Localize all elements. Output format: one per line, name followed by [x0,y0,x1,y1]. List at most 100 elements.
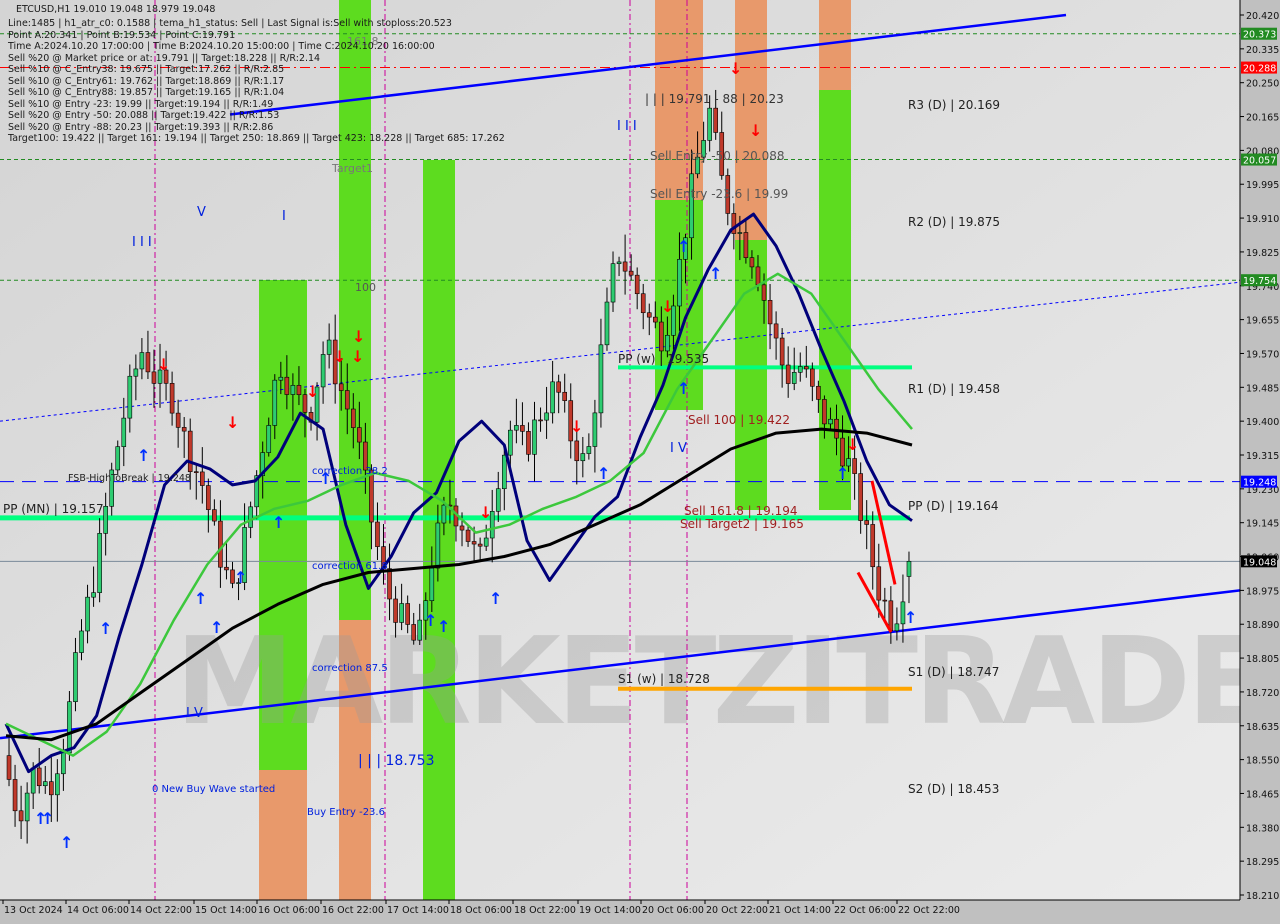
bear-candle-body [622,261,628,272]
price-tag-label: 20.057 [1243,156,1276,167]
bear-candle-body [387,568,392,600]
annotation-label: 0 New Buy Wave started [152,784,275,795]
x-tick-label: 16 Oct 06:00 [258,905,320,916]
bear-candle-body [858,473,863,521]
pivot-label: R1 (D) | 19.458 [908,382,1000,396]
chart-window: MARKETZITRADE ↑ ↑ ↑ ↑ ↑ ↑ ↑ ↑ ↑ ↑ ↑ ↑ ↑ ↑ ↑ ↑ ↑ ↑ ↑ ↓ ↓ ↓ ↓ ↓ ↓ ↓… [0,0,1280,920]
price-tag-label: 20.373 [1243,30,1276,41]
x-tick-label: 18 Oct 06:00 [450,905,512,916]
buy-arrow-icon: ↑ [677,379,690,398]
bull-candle-body [737,232,743,234]
bear-candle-body [652,316,658,323]
annotation-label: Sell Entry -23.6 | 19.99 [650,187,788,201]
y-tick-label: 18.720 [1246,688,1279,699]
bear-candle-body [145,352,151,373]
y-tick-label: 19.145 [1246,519,1279,530]
x-tick-label: 22 Oct 06:00 [834,905,896,916]
bull-candle-body [24,792,30,822]
bull-candle-body [73,652,78,703]
bull-candle-body [399,603,404,623]
bear-candle-body [169,383,175,414]
bear-candle-body [562,391,568,401]
orange-zone [735,0,767,240]
pivot-label: S1 (w) | 18.728 [618,672,710,686]
bull-candle-body [272,379,278,426]
bear-candle-body [810,368,815,387]
bear-candle-body [749,257,755,268]
sell-arrow-icon: ↓ [729,59,742,78]
sell-arrow-icon: ↓ [226,413,239,432]
x-tick-label: 14 Oct 22:00 [130,905,192,916]
sell-arrow-icon: ↓ [749,121,762,140]
bear-candle-body [713,107,719,133]
y-tick-label: 19.910 [1246,214,1279,225]
bear-candle-body [18,810,24,822]
y-tick-label: 19.995 [1246,180,1279,191]
buy-arrow-icon: ↑ [272,513,285,532]
y-tick-label: 19.825 [1246,248,1279,259]
annotation-label: I [282,209,286,224]
annotation-label: Sell 161.8 | 19.194 [684,504,798,518]
buy-arrow-icon: ↑ [137,446,150,465]
price-tag-label: 20.288 [1243,64,1276,75]
bull-candle-body [115,446,121,471]
bull-candle-body [103,505,108,534]
green-price-tag: 19.754 [1241,274,1277,287]
buy-arrow-icon: ↑ [194,589,207,608]
price-tag-label: 19.248 [1243,478,1276,489]
annotation-label: I V [670,441,687,456]
x-tick-label: 17 Oct 14:00 [387,905,449,916]
bear-candle-body [12,779,18,812]
bull-candle-body [248,506,253,528]
pivot-label: PP (D) | 19.164 [908,499,999,513]
sell-arrow-icon: ↓ [846,435,859,454]
sell-arrow-icon: ↓ [306,382,319,401]
annotation-label: V [197,205,206,220]
bear-candle-body [296,385,302,396]
blue-price-tag: 19.248 [1241,475,1277,489]
buy-arrow-icon: ↑ [234,568,247,587]
green-price-tag: 20.373 [1241,27,1277,41]
info-line: Target100: 19.422 || Target 161: 19.194 … [8,133,505,144]
bear-candle-body [773,323,779,339]
bear-candle-body [200,471,205,486]
bull-candle-body [79,630,84,653]
buy-arrow-icon: ↑ [677,237,690,256]
bear-candle-body [405,603,410,625]
bear-candle-body [369,469,374,523]
bear-candle-body [634,274,640,295]
bull-candle-body [616,261,622,264]
bear-candle-body [338,383,344,391]
bear-candle-body [187,430,193,472]
bull-candle-body [278,376,284,381]
bear-candle-body [218,520,223,568]
pivot-label: R2 (D) | 19.875 [908,215,1000,229]
buy-arrow-icon: ↑ [437,617,450,636]
annotation-label: | | | 19.791 - 88 | 20.23 [645,92,784,106]
y-tick-label: 18.380 [1246,823,1279,834]
x-tick-label: 15 Oct 14:00 [195,905,257,916]
annotation-label: Buy Entry -23.6 [307,807,385,818]
bear-candle-body [6,755,12,780]
annotation-label: I V [186,706,203,721]
bear-candle-body [816,385,821,400]
bull-candle-body [266,425,272,453]
y-tick-label: 18.210 [1246,891,1279,902]
annotation-label: | | | 18.753 [358,753,435,769]
bull-candle-body [791,372,797,384]
bull-candle-body [326,339,332,355]
buy-arrow-icon: ↑ [836,464,849,483]
y-tick-label: 19.315 [1246,451,1279,462]
price-tag-label: 19.048 [1243,557,1276,568]
bear-candle-body [785,364,791,384]
bull-candle-body [429,567,435,601]
bear-candle-body [520,425,525,432]
bear-candle-body [36,767,42,787]
bull-candle-body [91,592,96,598]
sell-arrow-icon: ↓ [352,327,365,346]
bear-candle-body [852,458,857,474]
buy-arrow-icon: ↑ [41,809,54,828]
bull-candle-body [906,561,912,577]
bear-candle-body [659,321,664,352]
price-tag-label: 19.754 [1243,276,1276,287]
